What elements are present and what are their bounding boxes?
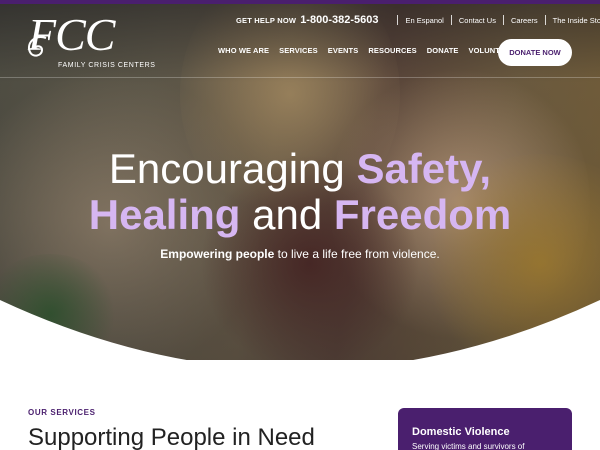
utility-divider	[502, 15, 504, 25]
nav-services[interactable]: SERVICES	[279, 46, 318, 55]
utility-divider	[450, 15, 452, 25]
help-label: GET HELP NOW	[236, 15, 297, 25]
link-careers[interactable]: Careers	[511, 16, 538, 25]
hero-headline: Encouraging Safety, Healing and Freedom	[0, 146, 600, 238]
hero-tagline: Empowering people to live a life free fr…	[0, 247, 600, 261]
card-title: Domestic Violence	[412, 426, 510, 438]
link-inside-story[interactable]: The Inside Story	[553, 16, 600, 25]
headline-accent-freedom: Freedom	[333, 191, 512, 238]
services-heading: Supporting People in Need	[28, 424, 315, 450]
hero-bottom-curve	[0, 300, 600, 380]
link-en-espanol[interactable]: En Espanol	[405, 16, 443, 25]
nav-donate[interactable]: DONATE	[427, 46, 459, 55]
logo-mark: FCC	[28, 9, 115, 60]
services-eyebrow: OUR SERVICES	[28, 408, 96, 417]
tagline-emphasis: Empowering people	[160, 247, 275, 261]
headline-accent-healing: Healing	[88, 191, 241, 238]
utility-bar: GET HELP NOW 1-800-382-5603 En Espanol C…	[236, 14, 600, 26]
utility-divider	[397, 15, 399, 25]
nav-who-we-are[interactable]: WHO WE ARE	[218, 46, 269, 55]
utility-divider	[544, 15, 546, 25]
headline-accent-safety: Safety,	[356, 145, 492, 192]
tagline-text: to live a life free from violence.	[274, 247, 440, 261]
site-logo[interactable]: FCC FAMILY CRISIS CENTERS	[28, 9, 155, 72]
nav-events[interactable]: EVENTS	[328, 46, 359, 55]
link-contact-us[interactable]: Contact Us	[459, 16, 496, 25]
donate-now-button[interactable]: DONATE NOW	[498, 39, 572, 66]
headline-text: and	[240, 191, 334, 238]
card-text: Serving victims and survivors of	[412, 442, 525, 450]
header-divider	[0, 77, 600, 78]
help-phone-link[interactable]: 1-800-382-5603	[300, 14, 378, 26]
main-nav: WHO WE ARE SERVICES EVENTS RESOURCES DON…	[218, 46, 526, 55]
logo-subtitle: FAMILY CRISIS CENTERS	[58, 62, 156, 69]
nav-resources[interactable]: RESOURCES	[368, 46, 416, 55]
service-card-domestic-violence[interactable]: Domestic Violence Serving victims and su…	[398, 408, 572, 450]
headline-text: Encouraging	[108, 145, 357, 192]
